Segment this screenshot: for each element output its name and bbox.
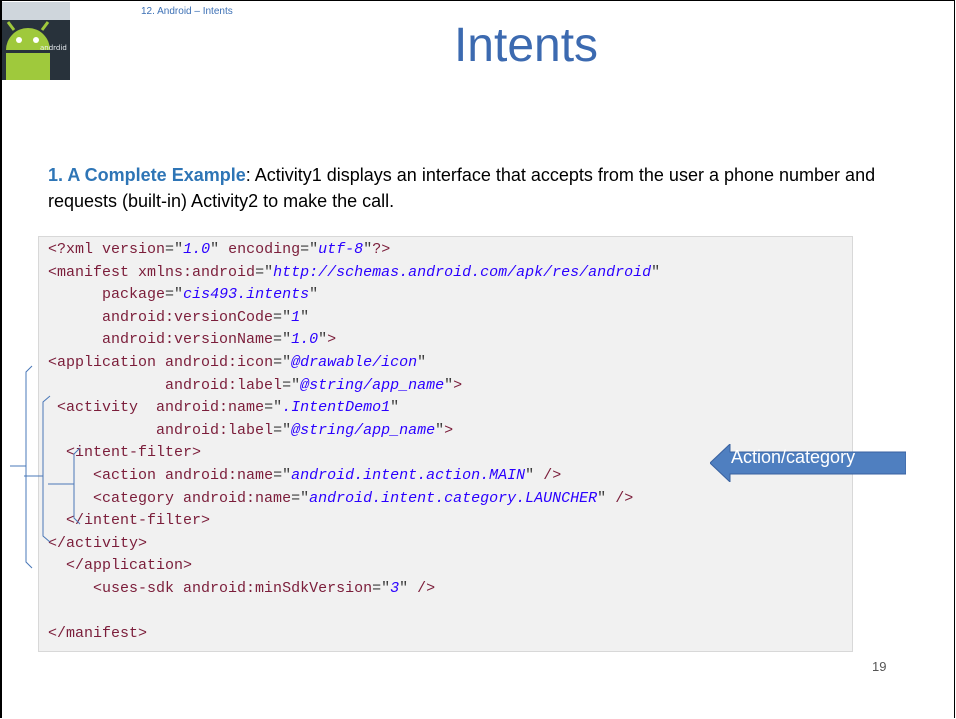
callout-label: Action/category: [731, 447, 856, 467]
code-line: <category android:name="android.intent.c…: [93, 489, 634, 507]
code-line: <manifest xmlns:android="http://schemas.…: [48, 263, 661, 281]
code-line: <action android:name="android.intent.act…: [93, 467, 562, 484]
page-title: Intents: [453, 19, 599, 72]
page-number: 19: [872, 659, 887, 674]
breadcrumb: 12. Android – Intents: [141, 6, 233, 17]
intro-paragraph: 1. A Complete Example: Activity1 display…: [48, 162, 888, 214]
nesting-brackets: [10, 365, 81, 569]
